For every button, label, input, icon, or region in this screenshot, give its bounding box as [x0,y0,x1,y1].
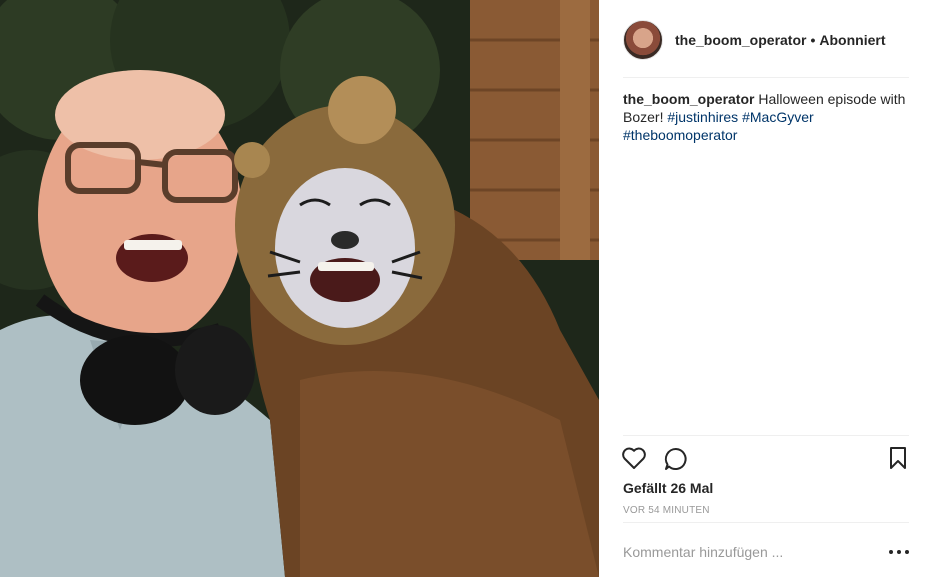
header-text: the_boom_operator • Abonniert [675,32,885,48]
post-caption: the_boom_operator Halloween episode with… [623,90,909,144]
post-details-panel: the_boom_operator • Abonniert the_boom_ope… [599,0,930,577]
more-options-icon[interactable] [889,547,909,557]
post-timestamp[interactable]: VOR 54 MINUTEN [623,505,710,516]
follow-status[interactable]: Abonniert [819,32,885,48]
action-bar [621,444,911,474]
comment-icon[interactable] [663,446,689,472]
avatar[interactable] [623,20,663,60]
post-header: the_boom_operator • Abonniert [623,18,909,62]
comment-form: Kommentar hinzufügen ... [623,537,909,567]
likes-count[interactable]: Gefällt 26 Mal [623,480,713,496]
caption-username[interactable]: the_boom_operator [623,91,754,107]
hashtag-link[interactable]: #justinhires [667,109,738,125]
header-divider [623,77,909,78]
more-dot [897,550,901,554]
hashtag-link[interactable]: #theboomoperator [623,127,737,143]
bookmark-icon[interactable] [887,446,909,470]
photo-illustration [0,0,599,577]
username-link[interactable]: the_boom_operator [675,32,806,48]
comment-divider [623,522,909,523]
hashtag-link[interactable]: #MacGyver [742,109,814,125]
more-dot [905,550,909,554]
more-dot [889,550,893,554]
actions-divider [623,435,909,436]
heart-icon[interactable] [621,446,647,470]
post-photo[interactable] [0,0,599,577]
comment-input[interactable]: Kommentar hinzufügen ... [623,544,889,560]
separator-dot: • [810,32,816,48]
